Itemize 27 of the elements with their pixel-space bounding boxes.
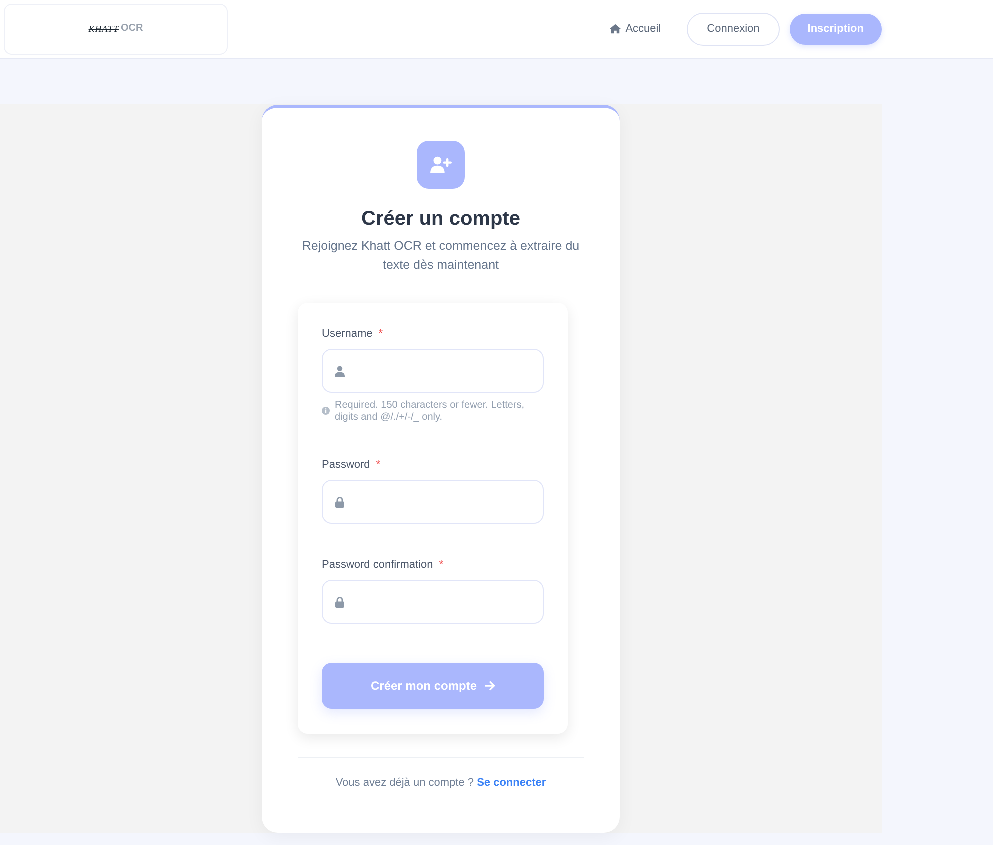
page-subtitle: Rejoignez Khatt OCR et commencez à extraire du texte dès maintenant <box>301 238 581 274</box>
arrow-right-icon <box>485 681 496 691</box>
login-button[interactable]: Connexion <box>687 12 780 46</box>
field-label: Password <box>322 459 370 471</box>
lock-icon <box>335 596 345 608</box>
home-link[interactable]: Accueil <box>610 23 662 35</box>
submit-button[interactable]: Créer mon compte <box>322 663 544 709</box>
lock-icon <box>335 496 345 508</box>
signup-button[interactable]: Inscription <box>790 14 882 44</box>
required-mark: * <box>376 459 381 471</box>
help-text: Required. 150 characters or fewer. Letters, digits and @/./+/-/_ only. <box>335 400 526 424</box>
home-icon <box>610 24 621 34</box>
login-prompt: Vous avez déjà un compte ? Se connecter <box>336 776 546 790</box>
info-icon <box>322 407 330 415</box>
required-mark: * <box>378 328 384 340</box>
page-title: Créer un compte <box>362 207 520 231</box>
add-user-icon <box>417 141 465 189</box>
logo-script: KHATT <box>88 23 119 35</box>
required-mark: * <box>439 559 444 571</box>
username-field[interactable] <box>322 349 544 393</box>
field-label: Password confirmation <box>322 559 434 571</box>
user-icon <box>335 366 345 376</box>
logo-letters: OCR <box>120 23 144 35</box>
password-field[interactable] <box>322 480 544 524</box>
login-link[interactable]: Se connecter <box>477 777 546 789</box>
password-field[interactable] <box>322 580 544 624</box>
field-label: Username <box>322 328 373 340</box>
